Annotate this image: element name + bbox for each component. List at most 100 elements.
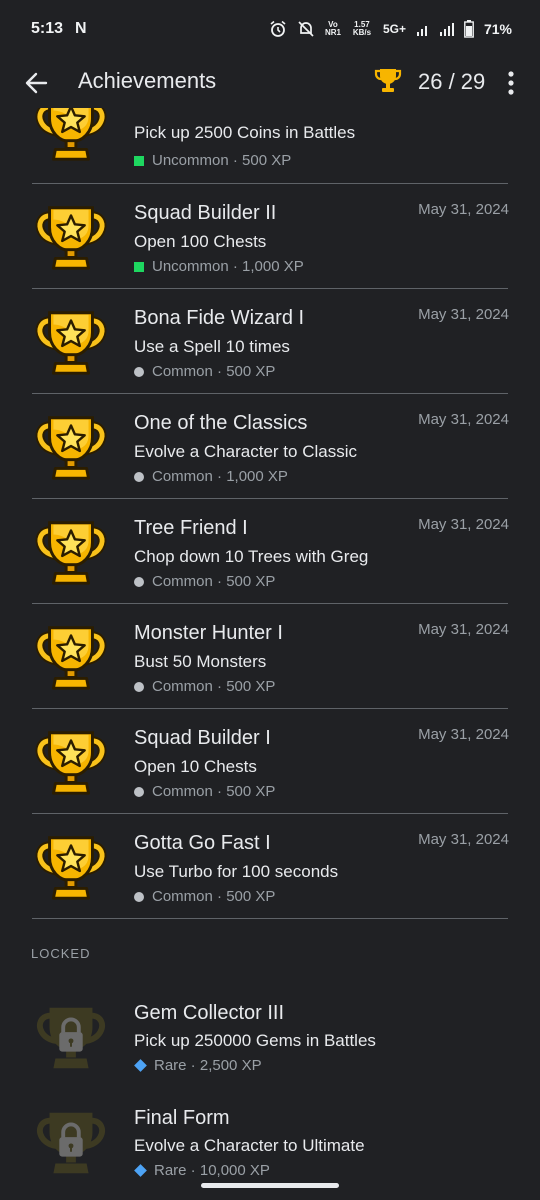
achievement-meta: Uncommon · 500 XP xyxy=(134,152,291,169)
gold-trophy-icon xyxy=(32,408,110,486)
achievement-meta: Common · 500 XP xyxy=(134,573,275,590)
common-rarity-icon xyxy=(134,786,144,797)
app-bar: Achievements 26 / 29 xyxy=(0,58,540,108)
common-rarity-icon xyxy=(134,576,144,587)
meta-separator: · xyxy=(186,1057,200,1074)
xp-label: 500 XP xyxy=(226,888,276,905)
rarity-label: Common xyxy=(152,888,213,905)
meta-separator: · xyxy=(212,363,227,380)
rarity-label: Uncommon xyxy=(152,258,229,275)
achievement-item[interactable]: Squad Builder I May 31, 2024 Open 10 Che… xyxy=(0,709,540,814)
achievement-item[interactable]: Gotta Go Fast I May 31, 2024 Use Turbo f… xyxy=(0,814,540,919)
achievement-name: Monster Hunter I xyxy=(134,622,283,644)
achievement-item[interactable]: Tree Friend I May 31, 2024 Chop down 10 … xyxy=(0,499,540,604)
achievement-meta: Uncommon · 1,000 XP xyxy=(134,258,304,275)
meta-separator: · xyxy=(212,783,227,800)
gesture-home-bar[interactable] xyxy=(201,1183,339,1188)
achievement-desc: Evolve a Character to Ultimate xyxy=(134,1136,365,1155)
status-icons: Vo NR1 1.57 KB/s 5G+ 71% xyxy=(269,20,512,38)
gold-trophy-icon xyxy=(32,303,110,381)
achievement-desc: Use a Spell 10 times xyxy=(134,337,290,356)
achievement-date: May 31, 2024 xyxy=(418,726,509,743)
mute-bell-icon xyxy=(298,21,314,37)
gold-trophy-icon xyxy=(32,198,110,276)
xp-label: 10,000 XP xyxy=(199,1162,270,1179)
alarm-icon xyxy=(270,20,286,37)
achievement-desc: Pick up 250000 Gems in Battles xyxy=(134,1031,376,1050)
achievement-item[interactable]: One of the Classics May 31, 2024 Evolve … xyxy=(0,394,540,499)
achievement-item[interactable]: Squad Builder II May 31, 2024 Open 100 C… xyxy=(0,184,540,289)
achievement-count: 26 / 29 xyxy=(418,69,486,94)
achievement-meta: Common · 1,000 XP xyxy=(134,468,288,485)
rare-rarity-icon xyxy=(134,1059,147,1072)
locked-trophy-icon xyxy=(32,1103,110,1181)
rarity-label: Common xyxy=(152,573,213,590)
achievement-meta: Common · 500 XP xyxy=(134,363,275,380)
gold-trophy-icon xyxy=(32,108,110,167)
achievement-desc: Pick up 2500 Coins in Battles xyxy=(134,123,356,142)
battery-icon xyxy=(464,20,474,38)
achievement-date: May 31, 2024 xyxy=(418,201,509,218)
back-arrow-icon[interactable] xyxy=(22,69,50,97)
locked-achievement-item[interactable]: Final Form Evolve a Character to Ultimat… xyxy=(0,1089,540,1194)
common-rarity-icon xyxy=(134,681,144,692)
rarity-label: Uncommon xyxy=(152,152,229,169)
uncommon-rarity-icon xyxy=(134,155,144,166)
rarity-label: Common xyxy=(152,363,213,380)
xp-label: 500 XP xyxy=(226,678,276,695)
achievement-name: Bona Fide Wizard I xyxy=(134,307,305,329)
achievement-meta: Rare · 2,500 XP xyxy=(134,1057,262,1074)
xp-label: 500 XP xyxy=(242,152,292,169)
meta-separator: · xyxy=(212,888,227,905)
data-rate: 1.57 KB/s xyxy=(352,20,372,37)
xp-label: 1,000 XP xyxy=(226,468,288,485)
achievement-meta: Common · 500 XP xyxy=(134,783,275,800)
achievement-name: Final Form xyxy=(134,1107,230,1129)
achievement-name: Gotta Go Fast I xyxy=(134,832,271,854)
common-rarity-icon xyxy=(134,891,144,902)
locked-section-header: LOCKED xyxy=(31,946,91,961)
achievement-name: Tree Friend I xyxy=(134,517,248,539)
meta-separator: · xyxy=(212,678,227,695)
xp-label: 2,500 XP xyxy=(199,1057,262,1074)
status-bar: 5:13 N Vo NR1 1.57 KB/s 5G+ 71% xyxy=(0,0,540,58)
achievement-item[interactable]: Bona Fide Wizard I May 31, 2024 Use a Sp… xyxy=(0,289,540,394)
achievement-desc: Chop down 10 Trees with Greg xyxy=(134,547,369,566)
achievement-desc: Use Turbo for 100 seconds xyxy=(134,862,339,881)
achievement-date: May 31, 2024 xyxy=(418,516,509,533)
common-rarity-icon xyxy=(134,471,144,482)
signal-icon-2 xyxy=(439,23,454,36)
rarity-label: Rare xyxy=(154,1057,187,1074)
page-title: Achievements xyxy=(78,68,217,93)
achievement-desc: Evolve a Character to Classic xyxy=(134,442,357,461)
battery-percent: 71% xyxy=(483,21,512,37)
achievement-date: May 31, 2024 xyxy=(418,411,509,428)
achievement-desc: Bust 50 Monsters xyxy=(134,652,267,671)
achievement-desc: Open 100 Chests xyxy=(134,232,267,251)
rarity-label: Common xyxy=(152,678,213,695)
achievement-date: May 31, 2024 xyxy=(418,621,509,638)
gold-trophy-icon xyxy=(32,723,110,801)
meta-separator: · xyxy=(212,573,227,590)
trophy-icon xyxy=(374,69,402,92)
rarity-label: Common xyxy=(152,468,213,485)
meta-separator: · xyxy=(212,468,227,485)
divider xyxy=(32,918,508,919)
locked-achievement-item[interactable]: Gem Collector III Pick up 250000 Gems in… xyxy=(0,984,540,1089)
common-rarity-icon xyxy=(134,366,144,377)
locked-trophy-icon xyxy=(32,998,110,1076)
more-options-icon[interactable] xyxy=(503,70,519,96)
xp-label: 500 XP xyxy=(226,573,276,590)
achievement-meta: Common · 500 XP xyxy=(134,678,275,695)
meta-separator: · xyxy=(228,258,243,275)
rarity-label: Rare xyxy=(154,1162,187,1179)
achievement-item[interactable]: Monster Hunter I May 31, 2024 Bust 50 Mo… xyxy=(0,604,540,709)
achievement-name: Squad Builder II xyxy=(134,202,277,224)
achievement-date: May 31, 2024 xyxy=(418,306,509,323)
achievement-meta: Common · 500 XP xyxy=(134,888,275,905)
rarity-label: Common xyxy=(152,783,213,800)
rare-rarity-icon xyxy=(134,1164,147,1177)
achievement-list[interactable]: Pick up 2500 Coins in Battles Uncommon ·… xyxy=(0,108,540,1200)
achievement-item[interactable]: Pick up 2500 Coins in Battles Uncommon ·… xyxy=(0,108,540,184)
network-type: 5G+ xyxy=(382,22,406,36)
